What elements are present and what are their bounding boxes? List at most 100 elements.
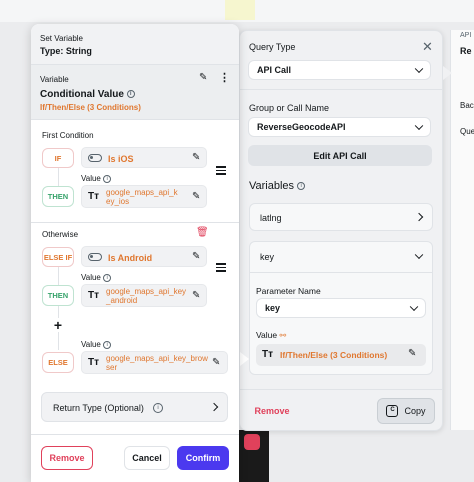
more-vertical-icon[interactable]: ⋮ (219, 71, 230, 84)
info-icon: i (103, 340, 112, 349)
edit-api-call-label: Edit API Call (313, 150, 367, 161)
cancel-label: Cancel (132, 453, 162, 463)
param-name-label: Parameter Name (256, 286, 321, 296)
bg-label-bac: Bac (460, 101, 474, 110)
toggle-icon (88, 252, 102, 261)
then-tag: THEN (42, 186, 74, 207)
var-item-latlng[interactable]: latlng (249, 203, 433, 231)
var-item-label: latlng (260, 213, 282, 223)
value1-field[interactable]: Tт google_maps_api_key_ios ✎ (81, 185, 207, 208)
bg-phone-badge (244, 434, 260, 450)
bg-label-api: API (460, 32, 472, 39)
modal-remove-label: Remove (49, 453, 85, 463)
cancel-button[interactable]: Cancel (124, 446, 170, 470)
info-icon: i (103, 273, 112, 282)
param-name-dropdown[interactable]: key (256, 298, 426, 318)
pencil-icon[interactable]: ✎ (192, 153, 202, 163)
chevron-down-icon (414, 64, 424, 74)
value2-field[interactable]: Tт google_maps_api_key_android ✎ (81, 284, 207, 307)
group-dropdown[interactable]: ReverseGeocodeAPI (248, 117, 431, 137)
divider (240, 89, 442, 90)
then-tag-label: THEN (47, 192, 69, 201)
pencil-icon[interactable]: ✎ (212, 358, 222, 368)
toggle-icon (88, 153, 102, 162)
group-value: ReverseGeocodeAPI (257, 122, 346, 132)
divider (31, 222, 239, 223)
param-name-value: key (265, 303, 281, 313)
text-type-icon: Tт (262, 349, 274, 360)
param-value-text: If/Then/Else (3 Conditions) (280, 350, 388, 360)
group-label: Group or Call Name (249, 103, 330, 113)
pencil-icon[interactable]: ✎ (192, 192, 202, 202)
text-type-icon: Tт (88, 290, 100, 301)
var-item-label: key (260, 252, 275, 262)
param-value-label-text: Value (256, 330, 278, 340)
close-icon[interactable]: ✕ (422, 39, 433, 55)
if-tag-label: IF (54, 153, 62, 163)
otherwise-label: Otherwise (42, 230, 79, 239)
info-icon: i (297, 182, 306, 191)
connector-line (58, 267, 59, 285)
else-tag-label: ELSE (48, 358, 68, 367)
query-type-value: API Call (257, 65, 292, 75)
condition2-text: Is Android (108, 253, 153, 263)
copy-icon: C (386, 405, 399, 417)
panel-remove-label: Remove (254, 406, 290, 416)
modal-remove-button[interactable]: Remove (41, 446, 93, 470)
drag-handle-icon[interactable] (216, 166, 226, 177)
variable-value: Conditional Value i (40, 89, 135, 100)
if-tag: IF (42, 148, 74, 168)
copy-button[interactable]: C Copy (377, 398, 435, 424)
elseif-tag-label: ELSE IF (43, 252, 73, 262)
variable-sub: If/Then/Else (3 Conditions) (40, 103, 141, 112)
info-icon: i (153, 403, 163, 413)
return-type-label: Return Type (Optional) (53, 403, 144, 413)
query-type-label: Query Type (249, 42, 296, 52)
panel-remove-button[interactable]: Remove (249, 399, 295, 423)
bg-label-re: Re (460, 46, 472, 56)
info-icon: i (103, 174, 112, 183)
var-item-key-header[interactable]: key (250, 242, 432, 270)
chevron-down-icon (414, 250, 424, 260)
drag-handle-icon[interactable] (216, 263, 226, 274)
condition1-field[interactable]: Is iOS ✎ (81, 147, 207, 168)
value1-label: Value i (81, 174, 112, 183)
divider (31, 434, 239, 435)
chevron-down-icon (409, 302, 419, 312)
trash-icon[interactable]: 🗑 (196, 227, 209, 238)
confirm-label: Confirm (185, 453, 221, 463)
background-right-column (450, 30, 474, 430)
modal-header: Set Variable Type: String (31, 24, 239, 64)
modal-header-title: Type: String (40, 46, 92, 56)
query-panel: Query Type ✕ API Call Group or Call Name… (239, 30, 443, 431)
pencil-icon[interactable]: ✎ (199, 73, 209, 83)
else-tag: ELSE (42, 352, 74, 373)
copy-label: Copy (404, 406, 426, 416)
value3-label: Value i (81, 340, 112, 349)
param-value-field[interactable]: Tт If/Then/Else (3 Conditions) ✎ (256, 344, 426, 366)
then-tag: THEN (42, 285, 74, 306)
set-variable-modal: Set Variable Type: String Variable ✎ ⋮ C… (31, 24, 239, 482)
condition1-text: Is iOS (108, 154, 134, 164)
variables-title: Variables i (249, 180, 306, 192)
pencil-icon[interactable]: ✎ (192, 252, 202, 262)
pencil-icon[interactable]: ✎ (408, 349, 418, 359)
edit-api-call-button[interactable]: Edit API Call (248, 145, 432, 166)
plus-icon[interactable]: + (51, 318, 65, 332)
condition2-field[interactable]: Is Android ✎ (81, 246, 207, 267)
query-type-dropdown[interactable]: API Call (248, 60, 431, 80)
bg-label-que: Que (460, 127, 474, 136)
pencil-icon[interactable]: ✎ (192, 291, 202, 301)
modal-header-subtitle: Set Variable (40, 34, 83, 43)
text-type-icon: Tт (88, 357, 100, 368)
return-type-row[interactable]: Return Type (Optional) i (41, 392, 228, 422)
info-icon: i (126, 90, 135, 99)
variable-value-text: Conditional Value (40, 89, 124, 100)
connector-arrow (240, 352, 249, 366)
first-condition-label: First Condition (42, 131, 94, 140)
value3-field[interactable]: Tт google_maps_api_key_browser ✎ (81, 351, 228, 374)
variables-title-text: Variables (249, 180, 295, 192)
divider (250, 272, 432, 273)
confirm-button[interactable]: Confirm (177, 446, 229, 470)
value2-text: google_maps_api_key_android (106, 287, 187, 305)
